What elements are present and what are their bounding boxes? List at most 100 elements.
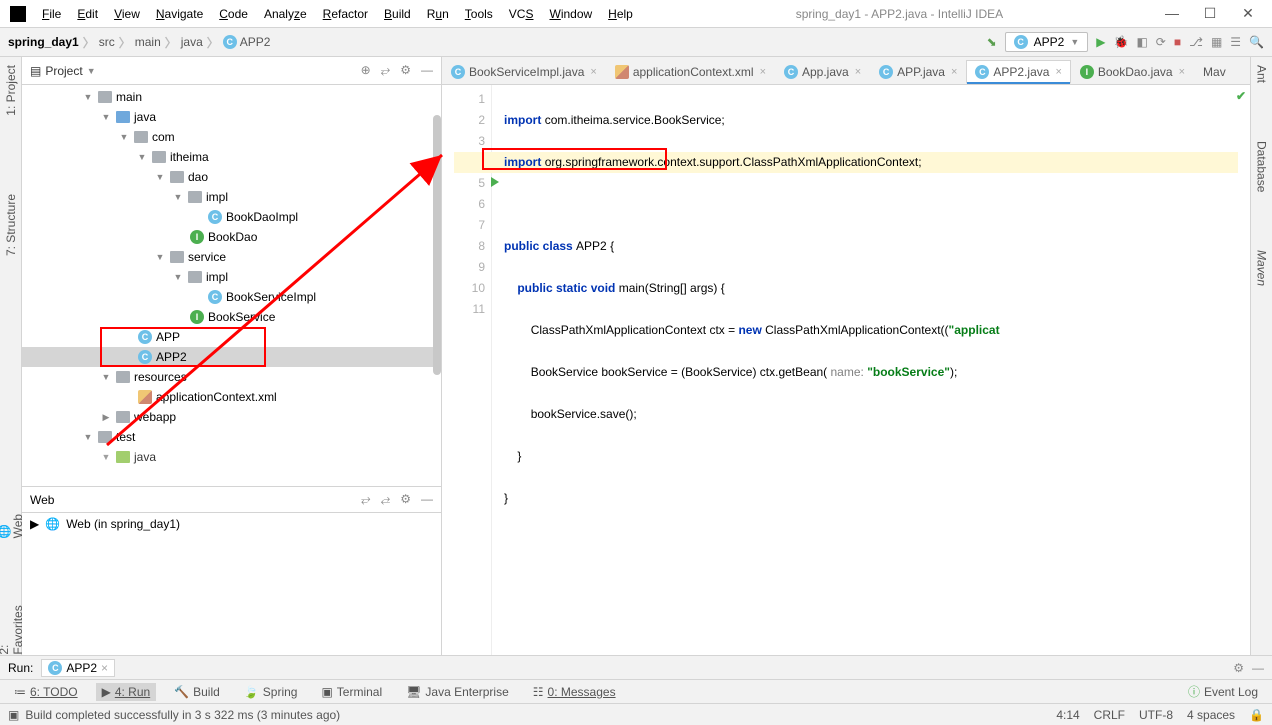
bt-eventlog[interactable]: ⓘ Event Log <box>1182 681 1264 702</box>
search-icon[interactable]: 🔍 <box>1249 35 1264 49</box>
menu-build[interactable]: Build <box>378 5 417 23</box>
tab-app2-java[interactable]: CAPP2.java× <box>966 60 1070 84</box>
web-settings-icon[interactable]: ⚙ <box>400 492 411 507</box>
tool-favorites[interactable]: 2: Favorites <box>0 598 25 655</box>
structure-icon[interactable]: ☰ <box>1230 35 1241 49</box>
status-lock-icon[interactable]: 🔒 <box>1249 708 1264 722</box>
web-panel-title[interactable]: Web <box>30 493 54 507</box>
stop-button[interactable]: ■ <box>1174 35 1181 49</box>
run-tab[interactable]: CAPP2× <box>41 659 115 677</box>
tree-app[interactable]: APP <box>156 330 180 344</box>
menu-window[interactable]: Window <box>543 5 598 23</box>
tree-java[interactable]: java <box>134 110 156 124</box>
bt-spring[interactable]: 🍃 Spring <box>238 683 304 701</box>
tree-com[interactable]: com <box>152 130 175 144</box>
panel-hide-icon[interactable]: — <box>421 63 433 78</box>
locate-icon[interactable]: ⊕ <box>361 63 371 78</box>
project-panel-title[interactable]: ▤ Project ▼ <box>30 64 96 78</box>
web-hide-icon[interactable]: — <box>421 492 433 507</box>
bt-terminal[interactable]: ▣ Terminal <box>315 683 388 701</box>
status-encoding[interactable]: UTF-8 <box>1139 708 1173 722</box>
tree-dao[interactable]: dao <box>188 170 208 184</box>
tree-main[interactable]: main <box>116 90 142 104</box>
bt-messages[interactable]: ☷ 0: Messages <box>527 683 622 701</box>
breadcrumb-class[interactable]: CAPP2 <box>223 35 271 49</box>
bt-java-enterprise[interactable]: 🖥 Java Enterprise <box>400 683 515 701</box>
panel-settings-icon[interactable]: ⚙ <box>400 63 411 78</box>
run-button[interactable]: ▶ <box>1096 35 1105 49</box>
web-expand-icon[interactable]: ⥂ <box>361 492 371 507</box>
tree-bookservice[interactable]: BookService <box>208 310 275 324</box>
tree-test-java[interactable]: java <box>134 450 156 464</box>
debug-button[interactable]: 🐞 <box>1114 35 1129 49</box>
menu-tools[interactable]: Tools <box>459 5 499 23</box>
tree-app2[interactable]: APP2 <box>156 350 187 364</box>
menu-refactor[interactable]: Refactor <box>317 5 374 23</box>
tab-bookdao[interactable]: IBookDao.java× <box>1071 60 1194 84</box>
tab-bookserviceimpl[interactable]: CBookServiceImpl.java× <box>442 60 606 84</box>
build-icon[interactable]: ⬊ <box>987 35 997 49</box>
breadcrumb-main[interactable]: main <box>135 35 161 49</box>
project-tree[interactable]: ▼main ▼java ▼com ▼itheima ▼dao ▼impl CBo… <box>22 85 441 486</box>
run-settings-icon[interactable]: ⚙ <box>1233 661 1244 675</box>
expand-icon[interactable]: ⥂ <box>381 63 391 78</box>
tree-dao-impl[interactable]: impl <box>206 190 228 204</box>
run-config-selector[interactable]: CAPP2▼ <box>1005 32 1089 52</box>
breadcrumb-src[interactable]: src <box>99 35 115 49</box>
menu-view[interactable]: View <box>108 5 146 23</box>
tree-test[interactable]: test <box>116 430 135 444</box>
tab-more[interactable]: Mav <box>1194 60 1235 84</box>
menu-code[interactable]: Code <box>213 5 254 23</box>
tool-structure[interactable]: 7: Structure <box>2 190 20 260</box>
tab-applicationcontext[interactable]: applicationContext.xml× <box>606 60 775 84</box>
editor-area: CBookServiceImpl.java× applicationContex… <box>442 57 1250 655</box>
tool-ant[interactable]: Ant <box>1253 61 1271 87</box>
tree-webapp[interactable]: webapp <box>134 410 176 424</box>
tree-bookdao[interactable]: BookDao <box>208 230 257 244</box>
breadcrumb: spring_day1 〉 src 〉 main 〉 java 〉 CAPP2 <box>8 34 270 51</box>
status-line-sep[interactable]: CRLF <box>1094 708 1125 722</box>
minimize-button[interactable]: — <box>1160 5 1184 22</box>
profile-button[interactable]: ⟳ <box>1156 35 1166 49</box>
breadcrumb-java[interactable]: java <box>181 35 203 49</box>
tree-bookdaoimpl[interactable]: BookDaoImpl <box>226 210 298 224</box>
tool-web[interactable]: 🌐 Web <box>0 500 25 538</box>
tree-scrollbar[interactable] <box>433 85 441 486</box>
coverage-button[interactable]: ◧ <box>1136 35 1147 49</box>
tree-service[interactable]: service <box>188 250 226 264</box>
run-hide-icon[interactable]: — <box>1252 661 1264 675</box>
tree-bookserviceimpl[interactable]: BookServiceImpl <box>226 290 316 304</box>
tab-app-java-1[interactable]: CApp.java× <box>775 60 870 84</box>
status-position[interactable]: 4:14 <box>1056 708 1079 722</box>
tree-itheima[interactable]: itheima <box>170 150 209 164</box>
menu-analyze[interactable]: Analyze <box>258 5 313 23</box>
tree-resources[interactable]: resources <box>134 370 187 384</box>
menu-file[interactable]: File <box>36 5 67 23</box>
tab-app-java-2[interactable]: CAPP.java× <box>870 60 966 84</box>
bt-build[interactable]: 🔨 Build <box>168 683 226 701</box>
web-collapse-icon[interactable]: ⥄ <box>381 492 391 507</box>
menu-navigate[interactable]: Navigate <box>150 5 209 23</box>
status-windows-icon[interactable]: ▣ <box>8 708 19 722</box>
menu-run[interactable]: Run <box>421 5 455 23</box>
menu-vcs[interactable]: VCS <box>503 5 540 23</box>
tree-appctx[interactable]: applicationContext.xml <box>156 390 277 404</box>
code-body[interactable]: import com.itheima.service.BookService; … <box>492 85 1250 655</box>
web-item[interactable]: Web (in spring_day1) <box>66 517 180 531</box>
close-button[interactable]: ✕ <box>1236 5 1260 22</box>
tree-service-impl[interactable]: impl <box>206 270 228 284</box>
code-editor[interactable]: 1 2 3 4 5 6 7 8 9 10 11 💡 import com.ith… <box>442 85 1250 655</box>
tool-maven[interactable]: Maven <box>1253 246 1271 290</box>
breadcrumb-root[interactable]: spring_day1 <box>8 35 79 49</box>
tool-project[interactable]: 1: Project <box>2 61 20 120</box>
status-indent[interactable]: 4 spaces <box>1187 708 1235 722</box>
menu-edit[interactable]: Edit <box>71 5 104 23</box>
menu-help[interactable]: Help <box>602 5 639 23</box>
settings-icon[interactable]: ▦ <box>1211 35 1222 49</box>
tool-database[interactable]: Database <box>1253 137 1271 196</box>
bt-todo[interactable]: ≔ 6: TODO <box>8 683 84 701</box>
maximize-button[interactable]: ☐ <box>1198 5 1222 22</box>
vcs-icon[interactable]: ⎇ <box>1189 35 1203 49</box>
bt-run[interactable]: ▶ 4: Run <box>96 683 157 701</box>
run-tool-strip: Run: CAPP2× ⚙ — <box>0 655 1272 679</box>
